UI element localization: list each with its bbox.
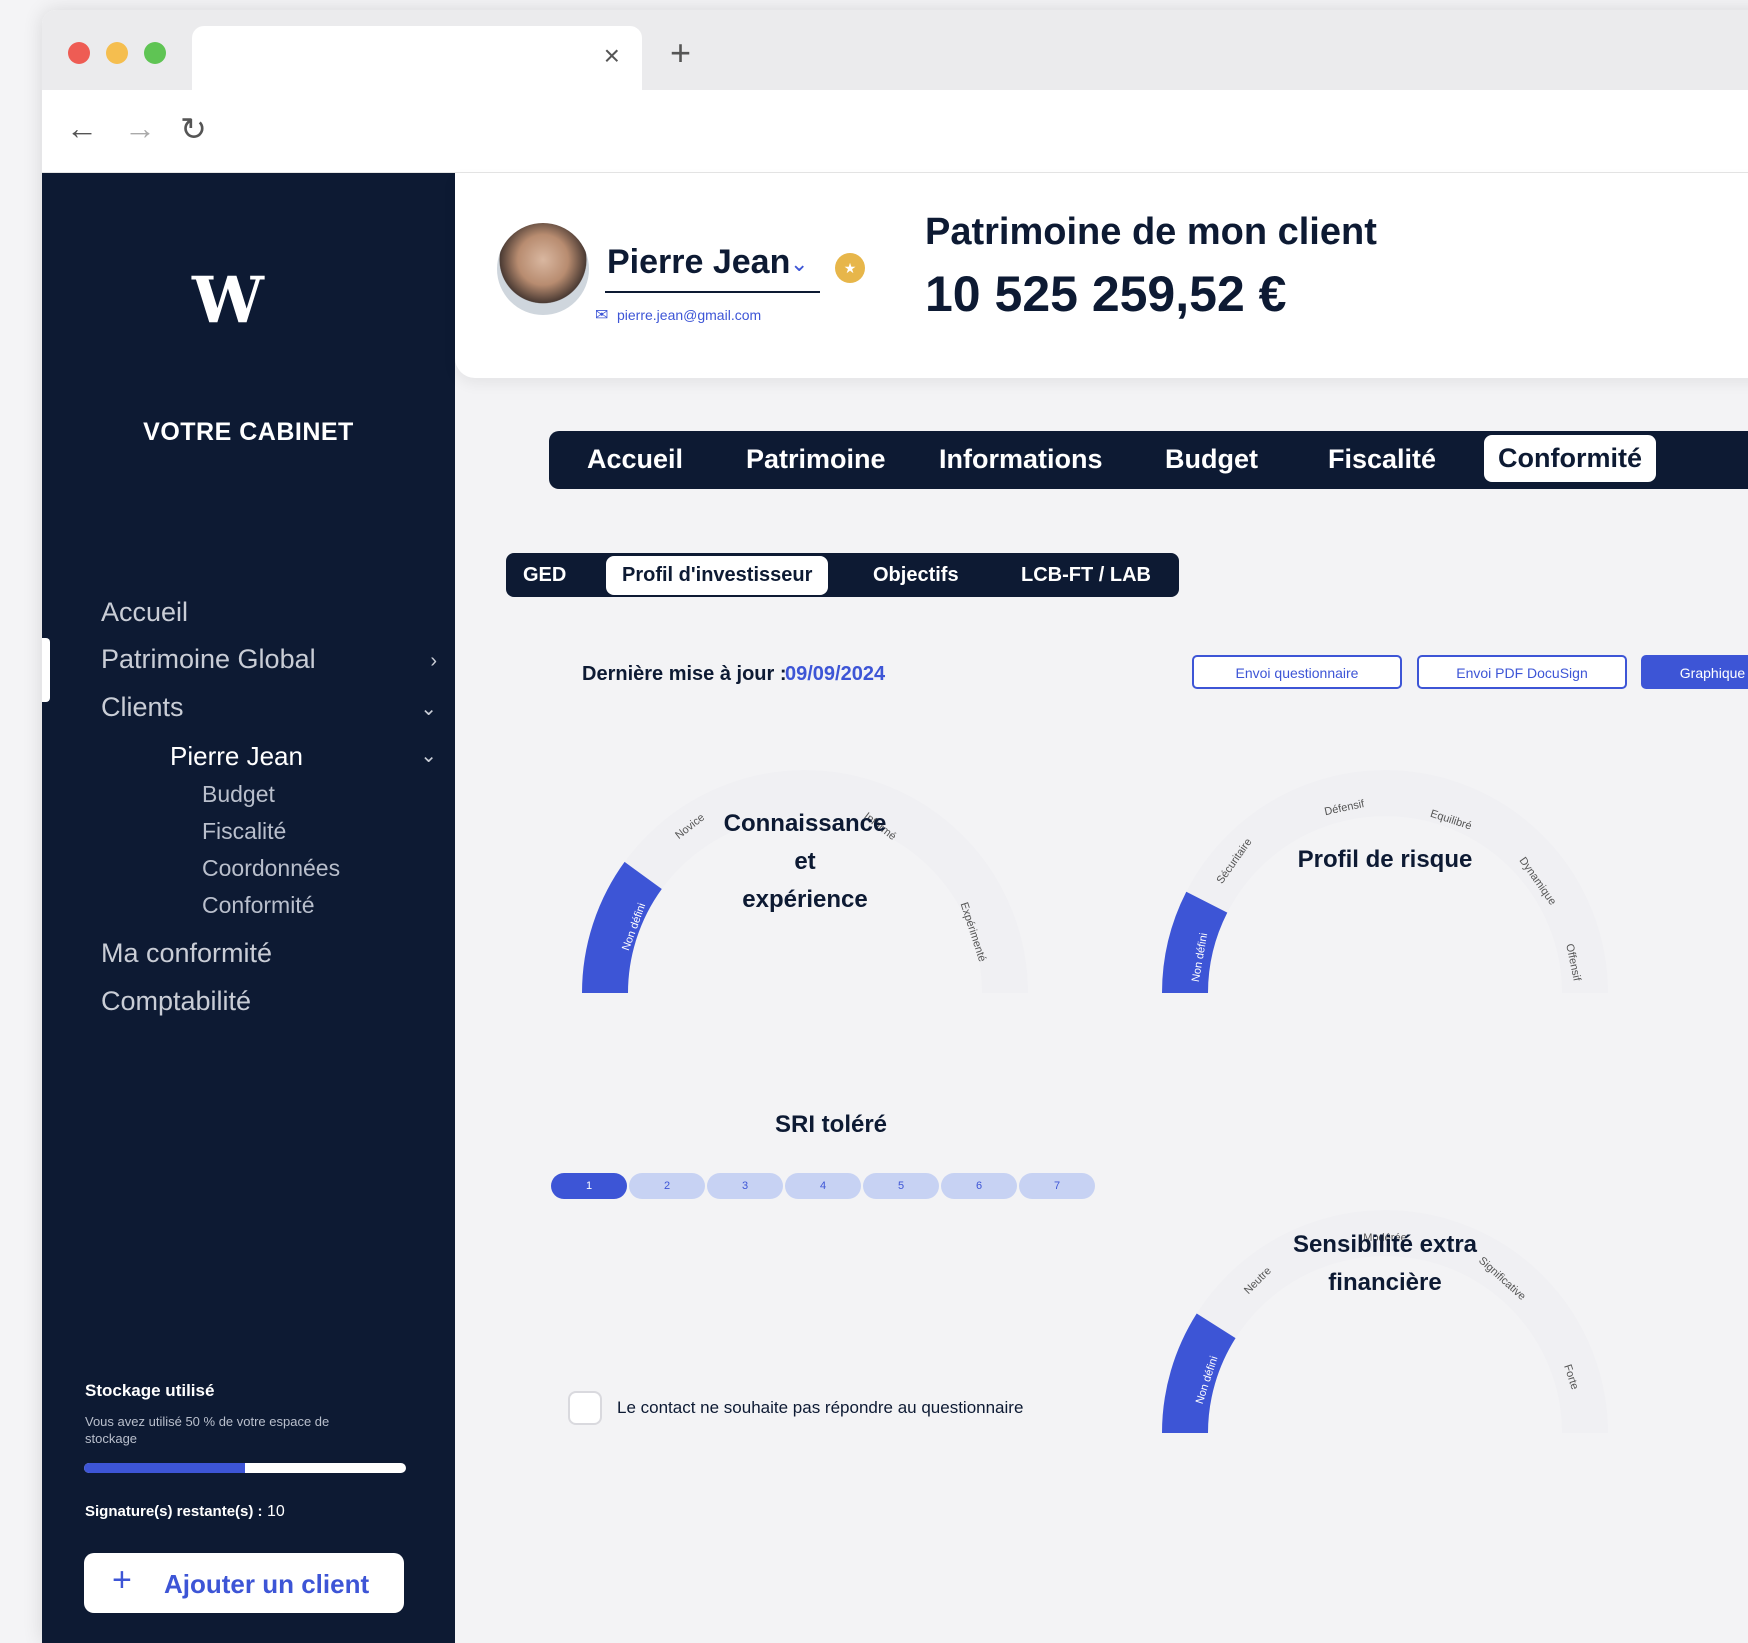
chevron-down-icon: ⌄: [420, 745, 437, 767]
send-questionnaire-button[interactable]: Envoi questionnaire: [1192, 655, 1402, 689]
gauge-profil-risque: Sécuritaire Défensif Equilibré Dynamique…: [1162, 770, 1608, 994]
last-update-label: Dernière mise à jour :: [582, 663, 787, 685]
avatar[interactable]: [497, 223, 589, 315]
sri-option[interactable]: 4: [785, 1173, 861, 1199]
browser-window: × + ← → ↻ W VOTRE CABINET Accueil Patrim…: [42, 10, 1748, 1643]
new-tab-icon[interactable]: +: [670, 32, 691, 74]
subtab-ged[interactable]: GED: [523, 564, 566, 587]
no-answer-label: Le contact ne souhaite pas répondre au q…: [617, 1398, 1024, 1417]
sidebar-item-conformite[interactable]: Conformité: [202, 892, 314, 919]
browser-navbar: ← → ↻: [42, 90, 1748, 173]
chevron-right-icon: ›: [430, 650, 437, 672]
premium-badge-icon: ★: [835, 253, 865, 283]
cabinet-name: VOTRE CABINET: [143, 418, 354, 446]
tab-fiscalite[interactable]: Fiscalité: [1328, 444, 1436, 475]
client-header: Pierre Jean ⌄ ✉ pierre.jean@gmail.com ★ …: [455, 173, 1748, 378]
subtab-profil-investisseur[interactable]: Profil d'investisseur: [606, 556, 829, 595]
tab-informations[interactable]: Informations: [939, 444, 1103, 475]
sidebar-item-budget[interactable]: Budget: [202, 781, 275, 808]
signatures-value: 10: [267, 1503, 285, 1520]
subtab-lcb-ft[interactable]: LCB-FT / LAB: [1021, 564, 1151, 587]
sub-tabs: GED Profil d'investisseur Objectifs LCB-…: [506, 553, 1179, 597]
forward-icon[interactable]: →: [124, 110, 156, 147]
gauge-title-line: Connaissance: [723, 810, 887, 837]
sidebar-item-patrimoine-global[interactable]: Patrimoine Global: [101, 644, 441, 675]
storage-description: Vous avez utilisé 50 % de votre espace d…: [85, 1414, 330, 1446]
sidebar-item-ma-conformite[interactable]: Ma conformité: [101, 938, 272, 969]
send-pdf-docusign-button[interactable]: Envoi PDF DocuSign: [1417, 655, 1627, 689]
add-client-button[interactable]: + Ajouter un client: [84, 1553, 404, 1613]
graph-button[interactable]: Graphique: [1641, 655, 1748, 689]
gauge-profil-risque-title: Profil de risque: [1297, 846, 1473, 873]
tab-patrimoine[interactable]: Patrimoine: [746, 444, 886, 475]
mail-icon: ✉: [595, 307, 609, 324]
gauge-track: [1162, 770, 1608, 994]
sri-option[interactable]: 5: [863, 1173, 939, 1199]
close-window-button[interactable]: [68, 42, 90, 64]
sidebar-item-clients[interactable]: Clients: [101, 692, 184, 723]
subtab-objectifs[interactable]: Objectifs: [873, 564, 959, 587]
storage-title: Stockage utilisé: [85, 1381, 215, 1400]
sidebar-item-coordonnees[interactable]: Coordonnées: [202, 855, 340, 882]
plus-icon: +: [112, 1561, 132, 1599]
maximize-window-button[interactable]: [144, 42, 166, 64]
gauge-title-line: Sensibilité extra: [1292, 1231, 1478, 1258]
tab-conformite[interactable]: Conformité: [1484, 435, 1656, 482]
browser-tabbar: × +: [42, 10, 1748, 90]
gauge-title-line: et: [794, 848, 816, 875]
client-name-underline: [605, 291, 820, 293]
sidebar: W VOTRE CABINET Accueil Patrimoine Globa…: [42, 173, 455, 1643]
patrimoine-value: 10 525 259,52 €: [925, 266, 1287, 322]
client-email[interactable]: pierre.jean@gmail.com: [617, 307, 761, 323]
window-controls: [68, 42, 182, 69]
browser-tab[interactable]: ×: [192, 26, 642, 90]
no-answer-checkbox[interactable]: [568, 1391, 602, 1425]
chevron-down-icon: ⌄: [420, 698, 437, 720]
close-tab-icon[interactable]: ×: [604, 40, 620, 72]
reload-icon[interactable]: ↻: [180, 110, 207, 148]
main-content: Pierre Jean ⌄ ✉ pierre.jean@gmail.com ★ …: [455, 173, 1748, 1643]
sidebar-item-comptabilite[interactable]: Comptabilité: [101, 986, 251, 1017]
sri-option[interactable]: 7: [1019, 1173, 1095, 1199]
main-tabs: Accueil Patrimoine Informations Budget F…: [549, 431, 1748, 489]
sri-option[interactable]: 6: [941, 1173, 1017, 1199]
signatures-label: Signature(s) restante(s) :: [85, 1503, 263, 1520]
gauge-sensibilite-title: Sensibilité extra financière: [1265, 1226, 1505, 1302]
back-icon[interactable]: ←: [66, 110, 98, 147]
gauge-title-line: financière: [1328, 1269, 1442, 1296]
minimize-window-button[interactable]: [106, 42, 128, 64]
sri-option[interactable]: 3: [707, 1173, 783, 1199]
tab-accueil[interactable]: Accueil: [587, 444, 683, 475]
sidebar-item-label: Patrimoine Global: [101, 644, 316, 674]
gauge-title-line: expérience: [742, 886, 868, 913]
add-client-label: Ajouter un client: [164, 1569, 370, 1599]
storage-progress-bar: [84, 1463, 406, 1473]
storage-progress-fill: [84, 1463, 245, 1473]
sri-option[interactable]: 1: [551, 1173, 627, 1199]
sri-option[interactable]: 2: [629, 1173, 705, 1199]
app-logo: W: [192, 263, 264, 338]
last-update-date: 09/09/2024: [785, 663, 886, 685]
tab-budget[interactable]: Budget: [1165, 444, 1258, 475]
chevron-down-icon[interactable]: ⌄: [790, 251, 808, 277]
sidebar-item-fiscalite[interactable]: Fiscalité: [202, 818, 286, 845]
gauge-connaissance-title: Connaissance et expérience: [695, 805, 915, 919]
sidebar-item-accueil[interactable]: Accueil: [101, 597, 188, 628]
active-indicator: [42, 638, 50, 702]
patrimoine-title: Patrimoine de mon client: [925, 211, 1377, 253]
client-name[interactable]: Pierre Jean: [607, 243, 790, 282]
sri-title: SRI toléré: [775, 1111, 888, 1138]
sidebar-item-pierre-jean[interactable]: Pierre Jean: [170, 741, 303, 772]
